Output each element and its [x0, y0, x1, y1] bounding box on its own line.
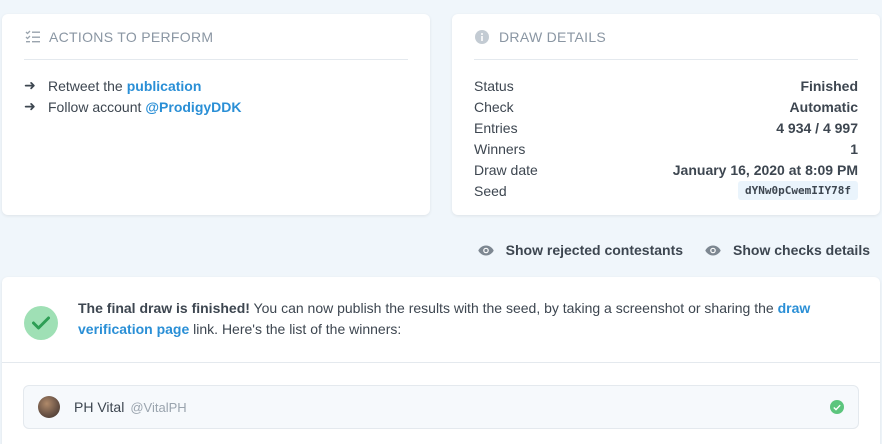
detail-row-winners: Winners 1 — [474, 138, 858, 159]
detail-row-check: Check Automatic — [474, 96, 858, 117]
detail-key: Seed — [474, 182, 507, 199]
arrow-right-icon: ➜ — [24, 77, 36, 93]
result-text-1: You can now publish the results with the… — [249, 300, 778, 316]
detail-key: Draw date — [474, 161, 538, 178]
detail-key: Winners — [474, 140, 526, 157]
detail-key: Status — [474, 77, 514, 94]
detail-row-draw-date: Draw date January 16, 2020 at 8:09 PM — [474, 159, 858, 180]
winner-name: PH Vital — [74, 399, 125, 415]
detail-row-status: Status Finished — [474, 75, 858, 96]
detail-value: Finished — [800, 77, 858, 94]
winner-handle: @VitalPH — [130, 399, 187, 415]
checklist-icon — [24, 29, 40, 45]
result-card: The final draw is finished! You can now … — [2, 277, 880, 444]
actions-list: ➜ Retweet the publication ➜ Follow accou… — [24, 75, 408, 117]
detail-key: Check — [474, 98, 514, 115]
details-table: Status Finished Check Automatic Entries … — [474, 75, 858, 201]
actions-card: ACTIONS TO PERFORM ➜ Retweet the publica… — [2, 14, 430, 215]
details-header: DRAW DETAILS — [474, 14, 858, 60]
view-toolbar: Show rejected contestants Show checks de… — [477, 242, 870, 258]
info-icon — [474, 29, 490, 45]
detail-row-seed: Seed dYNw0pCwemIIY78f — [474, 180, 858, 201]
actions-header: ACTIONS TO PERFORM — [24, 14, 408, 60]
avatar — [38, 396, 60, 418]
detail-value: 4 934 / 4 997 — [776, 119, 858, 136]
result-text: The final draw is finished! You can now … — [78, 298, 848, 340]
action-item-follow: ➜ Follow account @ProdigyDDK — [24, 96, 408, 117]
result-message: The final draw is finished! You can now … — [2, 277, 880, 363]
show-rejected-button[interactable]: Show rejected contestants — [477, 242, 684, 258]
success-check-icon — [24, 306, 58, 340]
details-title: DRAW DETAILS — [499, 28, 607, 45]
action-text: Follow account — [48, 98, 142, 115]
actions-title: ACTIONS TO PERFORM — [49, 28, 214, 45]
detail-value: 1 — [850, 140, 858, 157]
show-checks-button[interactable]: Show checks details — [705, 242, 870, 258]
arrow-right-icon: ➜ — [24, 98, 36, 114]
show-rejected-label: Show rejected contestants — [505, 242, 684, 258]
detail-value: January 16, 2020 at 8:09 PM — [672, 161, 858, 178]
seed-badge[interactable]: dYNw0pCwemIIY78f — [738, 181, 858, 200]
detail-value: Automatic — [789, 98, 858, 115]
winner-row[interactable]: PH Vital @VitalPH — [23, 385, 859, 429]
verified-check-icon — [830, 400, 844, 414]
result-text-2: link. Here's the list of the winners: — [189, 321, 402, 337]
publication-link[interactable]: publication — [127, 78, 202, 94]
result-bold: The final draw is finished! — [78, 300, 250, 316]
show-checks-label: Show checks details — [733, 242, 870, 258]
eye-icon — [477, 245, 494, 256]
details-card: DRAW DETAILS Status Finished Check Autom… — [452, 14, 880, 215]
account-link[interactable]: @ProdigyDDK — [145, 99, 241, 115]
eye-icon — [705, 245, 721, 256]
action-text: Retweet the — [48, 77, 123, 94]
action-item-retweet: ➜ Retweet the publication — [24, 75, 408, 96]
detail-row-entries: Entries 4 934 / 4 997 — [474, 117, 858, 138]
detail-key: Entries — [474, 119, 518, 136]
